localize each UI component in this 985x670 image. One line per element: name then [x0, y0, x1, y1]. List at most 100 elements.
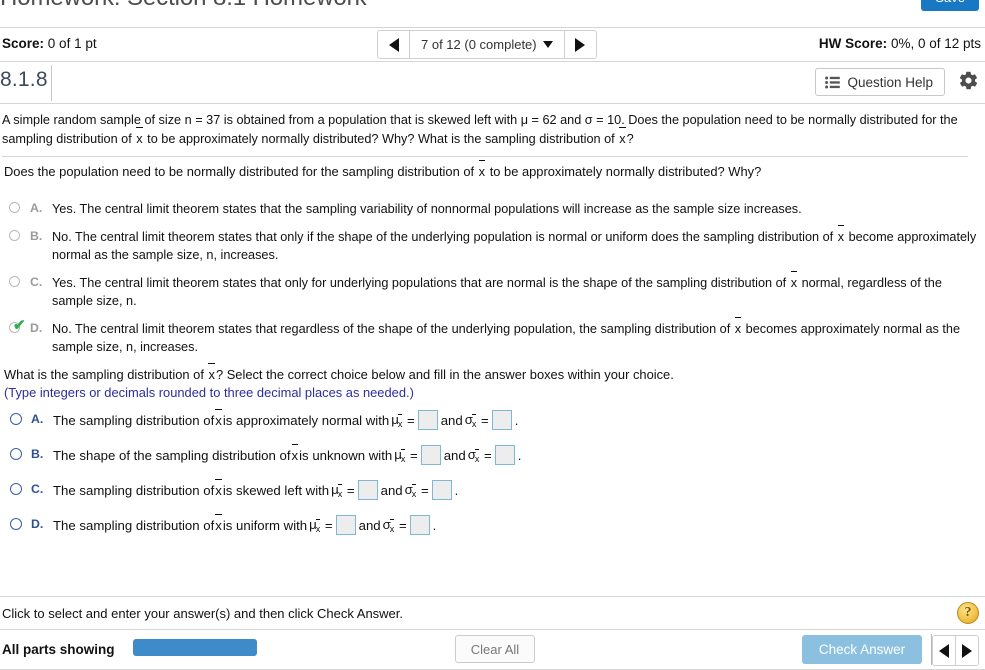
radio-slot[interactable]	[10, 448, 25, 460]
and-label: and	[440, 412, 463, 428]
mu-answer-input[interactable]	[420, 445, 441, 465]
and-label: and	[358, 517, 381, 533]
triangle-right-icon	[575, 37, 586, 52]
period: .	[514, 412, 519, 428]
choice-option-b[interactable]: B. No. The central limit theorem states …	[9, 225, 979, 264]
choice-option-c[interactable]: C. Yes. The central limit theorem states…	[9, 271, 979, 310]
option-tail-text: is skewed left with	[222, 482, 330, 498]
subscript-x-bar: x	[411, 483, 416, 503]
question-help-label: Question Help	[847, 74, 933, 90]
hw-score-value: 0%, 0 of 12 pts	[890, 36, 981, 51]
option-tail-text: is unknown with	[299, 447, 393, 463]
exercise-id: 8.1.8	[0, 68, 48, 91]
footer-next-button[interactable]	[955, 636, 978, 665]
stem-text-2: to be approximately normally distributed…	[143, 132, 619, 146]
sigma-xbar-symbol: σx	[465, 411, 478, 430]
sigma-answer-input[interactable]	[431, 480, 452, 500]
question-help-button[interactable]: Question Help	[815, 68, 945, 96]
exercise-bar: 8.1.8 Question Help	[0, 62, 985, 104]
check-answer-button[interactable]: Check Answer	[802, 635, 922, 664]
sigma-xbar-symbol: σx	[405, 481, 418, 500]
choices-part-1: A. Yes. The central limit theorem states…	[9, 200, 979, 366]
x-bar-symbol: x	[135, 127, 143, 149]
sigma-answer-input[interactable]	[491, 410, 512, 430]
hw-score-prefix: HW Score:	[818, 36, 888, 51]
option-tail-text: is uniform with	[222, 517, 308, 533]
x-bar-symbol: x	[208, 363, 216, 382]
choice-text: The sampling distribution of x is unifor…	[53, 513, 436, 535]
title-bar: Homework: Section 8.1 Homework Save	[0, 0, 985, 28]
x-bar-symbol: x	[837, 225, 845, 244]
footer-prev-button[interactable]	[933, 636, 955, 665]
answer-option-a[interactable]: A. The sampling distribution of x is app…	[10, 408, 710, 430]
subscript-x-bar: x	[474, 448, 479, 468]
and-label: and	[380, 482, 403, 498]
choice-text: Yes. The central limit theorem states th…	[52, 271, 979, 310]
equals-sign: =	[484, 447, 492, 463]
subscript-x-bar: x	[471, 413, 476, 433]
question-selector-dropdown[interactable]: 7 of 12 (0 complete)	[410, 31, 564, 58]
choice-option-d[interactable]: ✔ D. No. The central limit theorem state…	[9, 317, 979, 356]
next-question-button[interactable]	[563, 31, 596, 58]
score-prefix: Score:	[2, 36, 45, 51]
choice-letter: D.	[30, 321, 43, 335]
radio-slot[interactable]	[10, 483, 25, 495]
x-bar-symbol: x	[291, 443, 299, 463]
answer-option-d[interactable]: D. The sampling distribution of x is uni…	[10, 513, 710, 535]
hint-bar: Click to select and enter your answer(s)…	[0, 596, 985, 630]
hint-text: Click to select and enter your answer(s)…	[2, 606, 404, 621]
equals-sign: =	[481, 412, 489, 428]
radio-slot[interactable]	[10, 413, 25, 425]
x-bar-symbol: x	[618, 127, 626, 149]
equals-sign: =	[346, 482, 355, 498]
score-bar: Score: 0 of 1 pt 7 of 12 (0 complete) HW…	[0, 28, 985, 62]
radio-slot[interactable]	[9, 202, 24, 213]
choice-text-a: No. The central limit theorem states tha…	[52, 322, 734, 336]
radio-button-icon[interactable]	[10, 448, 22, 460]
radio-slot[interactable]	[10, 518, 25, 530]
radio-button-icon[interactable]	[9, 276, 20, 287]
answer-option-c[interactable]: C. The sampling distribution of x is ske…	[10, 478, 710, 500]
mu-answer-input[interactable]	[357, 480, 378, 500]
radio-button-icon[interactable]	[10, 518, 22, 530]
mu-xbar-symbol: μx	[391, 411, 403, 430]
period: .	[517, 447, 522, 463]
x-bar-symbol: x	[734, 317, 742, 336]
radio-button-icon[interactable]	[10, 483, 22, 495]
sigma-answer-input[interactable]	[494, 445, 515, 465]
sigma-answer-input[interactable]	[409, 515, 430, 535]
answer-option-b[interactable]: B. The shape of the sampling distributio…	[10, 443, 710, 468]
radio-slot[interactable]	[9, 230, 24, 241]
triangle-left-icon	[939, 643, 949, 658]
stem-text-3: ?	[626, 132, 634, 146]
hw-score-display: HW Score: 0%, 0 of 12 pts	[819, 36, 981, 51]
prev-question-button[interactable]	[378, 31, 410, 58]
help-icon[interactable]: ?	[957, 602, 979, 624]
mu-answer-input[interactable]	[335, 515, 356, 535]
radio-slot[interactable]	[9, 276, 24, 287]
sub-question-2-prompt: What is the sampling distribution of x? …	[4, 363, 674, 384]
option-lead-text: The sampling distribution of	[53, 517, 215, 533]
sigma-xbar-symbol: σx	[383, 516, 396, 535]
choice-text: No. The central limit theorem states tha…	[52, 225, 979, 264]
choice-letter: C.	[31, 482, 44, 496]
sub-question-2-text-a: What is the sampling distribution of	[4, 367, 208, 382]
list-icon	[825, 76, 841, 88]
choice-text: The shape of the sampling distribution o…	[53, 443, 522, 468]
all-parts-showing-label: All parts showing	[2, 642, 115, 657]
mu-answer-input[interactable]	[417, 410, 438, 430]
chevron-down-icon	[542, 41, 553, 48]
radio-button-icon[interactable]	[10, 413, 22, 425]
triangle-right-icon	[962, 643, 972, 658]
choice-option-a[interactable]: A. Yes. The central limit theorem states…	[9, 200, 979, 218]
and-label: and	[443, 447, 466, 463]
radio-slot[interactable]: ✔	[9, 318, 26, 333]
x-bar-symbol: x	[790, 271, 798, 290]
radio-button-icon[interactable]	[9, 202, 20, 213]
radio-button-icon[interactable]	[9, 230, 20, 241]
gear-icon	[959, 71, 978, 90]
clear-all-button[interactable]: Clear All	[455, 635, 535, 663]
choice-text-a: No. The central limit theorem states tha…	[52, 230, 837, 244]
settings-button[interactable]	[958, 70, 979, 91]
save-button[interactable]: Save	[921, 0, 979, 11]
